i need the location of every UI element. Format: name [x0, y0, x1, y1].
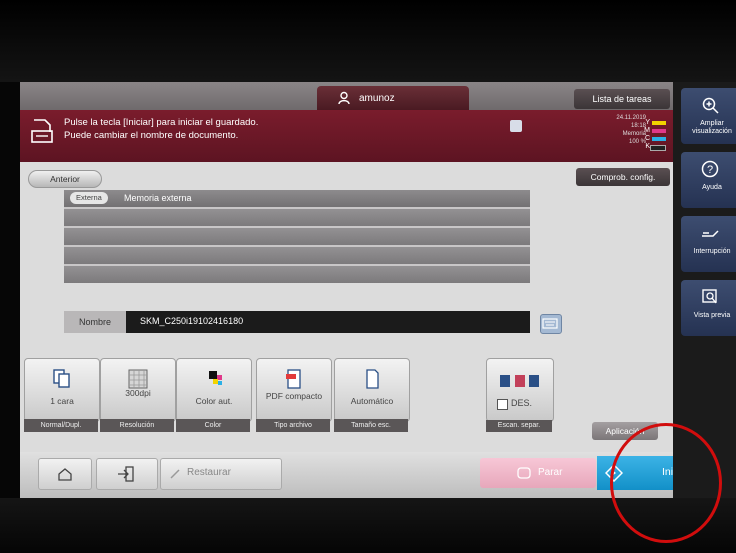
file-type-value: PDF compacto	[265, 391, 323, 401]
separate-scan-icon	[500, 375, 539, 387]
help-icon: ?	[701, 160, 719, 178]
simplex-pages-icon	[53, 369, 70, 388]
file-type-button[interactable]: PDF compacto	[256, 358, 332, 422]
user-name: amunoz	[359, 92, 395, 104]
resolution-value: 300dpi	[125, 388, 151, 398]
toner-yellow-bar	[652, 121, 666, 125]
color-caption: Color	[176, 419, 250, 432]
scan-size-caption: Tamaño esc.	[334, 419, 408, 432]
message-bar: Pulse la tecla [Iniciar] para iniciar el…	[20, 110, 673, 162]
logout-icon	[118, 466, 134, 482]
name-label: Nombre	[64, 311, 126, 333]
zoom-display-button[interactable]: Ampliar visualización	[681, 88, 736, 144]
separate-scan-checkbox[interactable]	[497, 399, 508, 410]
keyboard-icon	[542, 318, 558, 329]
color-button[interactable]: Color aut.	[176, 358, 252, 422]
preview-icon	[702, 289, 717, 304]
check-settings-button[interactable]: Comprob. config.	[576, 168, 670, 186]
reset-label: Restaurar	[187, 467, 231, 478]
resolution-icon	[128, 369, 148, 389]
separate-scan-caption: Escan. separ.	[486, 420, 552, 432]
touch-screen: amunoz Lista de tareas Pulse la tecla [I…	[20, 82, 690, 498]
svg-text:?: ?	[707, 164, 713, 176]
interrupt-icon	[702, 230, 719, 237]
list-item[interactable]	[64, 228, 530, 245]
color-mode-icon	[209, 371, 222, 385]
separate-scan-button[interactable]: DES.	[486, 358, 554, 422]
bottom-bar: Restaurar Parar Iniciar	[20, 452, 690, 498]
job-list-button[interactable]: Lista de tareas	[574, 89, 670, 109]
memory-value: 100 %	[628, 139, 646, 145]
zoom-in-icon	[702, 97, 719, 114]
toner-magenta-bar	[652, 129, 666, 133]
home-button[interactable]	[38, 458, 92, 490]
duplex-button[interactable]: 1 cara	[24, 358, 100, 422]
file-type-caption: Tipo archivo	[256, 419, 330, 432]
list-item[interactable]	[64, 209, 530, 226]
separate-scan-value: DES.	[511, 398, 533, 408]
duplex-caption: Normal/Dupl.	[24, 419, 98, 432]
color-value: Color aut.	[195, 396, 233, 406]
home-icon	[58, 468, 72, 481]
list-item[interactable]	[64, 247, 530, 264]
duplex-value: 1 cara	[50, 396, 74, 406]
scan-size-setting[interactable]: Automático Tamaño esc.	[334, 352, 410, 432]
color-setting[interactable]: Color aut. Color	[176, 352, 252, 432]
destination-label: Memoria externa	[124, 193, 192, 203]
document-save-icon	[31, 119, 53, 143]
instruction-line-2: Puede cambiar el nombre de documento.	[64, 130, 239, 141]
stop-button[interactable]: Parar	[480, 458, 596, 488]
stop-label: Parar	[538, 467, 563, 478]
scan-size-button[interactable]: Automático	[334, 358, 410, 422]
preview-label: Vista previa	[693, 312, 731, 319]
stop-icon	[517, 467, 531, 479]
list-item[interactable]: Externa Memoria externa	[64, 190, 530, 207]
document-name-field[interactable]: SKM_C250i19102416180	[140, 316, 243, 326]
instruction-line-1: Pulse la tecla [Iniciar] para iniciar el…	[64, 117, 259, 128]
user-icon	[338, 91, 350, 105]
resolution-caption: Resolución	[100, 419, 174, 432]
toner-cyan-bar	[652, 137, 666, 141]
toner-m-label: M	[644, 127, 650, 134]
top-bar: amunoz Lista de tareas	[20, 82, 673, 110]
list-item[interactable]	[64, 266, 530, 283]
resolution-setting[interactable]: 300dpi Resolución	[100, 352, 176, 432]
file-type-setting[interactable]: PDF compacto Tipo archivo	[256, 352, 332, 432]
toner-c-label: C	[644, 135, 650, 142]
help-label: Ayuda	[702, 184, 722, 191]
pdf-file-icon	[286, 369, 301, 389]
user-tab[interactable]: amunoz	[317, 86, 469, 110]
logout-button[interactable]	[96, 458, 158, 490]
page-size-icon	[366, 369, 379, 389]
duplex-setting[interactable]: 1 cara Normal/Dupl.	[24, 352, 100, 432]
lock-icon	[510, 120, 522, 132]
keyboard-button[interactable]	[540, 314, 562, 334]
scan-size-value: Automático	[350, 396, 394, 406]
highlight-circle	[610, 423, 722, 543]
function-buttons: 1 cara Normal/Dupl. 300dpi Resolución Co…	[20, 352, 673, 432]
preview-button[interactable]: Vista previa	[681, 280, 736, 336]
reset-icon	[170, 469, 180, 479]
document-name-row: Nombre SKM_C250i19102416180	[64, 311, 530, 333]
reset-button[interactable]: Restaurar	[160, 458, 282, 490]
resolution-button[interactable]: 300dpi	[100, 358, 176, 422]
external-chip: Externa	[70, 192, 108, 204]
back-button[interactable]: Anterior	[28, 170, 102, 188]
device-bezel-top	[0, 0, 736, 82]
zoom-display-label: Ampliar visualización	[692, 120, 732, 135]
toner-y-label: Y	[645, 119, 650, 126]
destination-list: Externa Memoria externa	[64, 190, 530, 283]
status-panel: 24.11.2019 18:18 Memoria 100 % Y M C K	[580, 114, 668, 154]
interrupt-label: Interrupción	[693, 248, 731, 255]
status-date: 24.11.2019	[616, 115, 646, 121]
interrupt-button[interactable]: Interrupción	[681, 216, 736, 272]
help-button[interactable]: ? Ayuda	[681, 152, 736, 208]
toner-black-bar	[650, 145, 666, 151]
memory-label: Memoria	[622, 131, 646, 137]
